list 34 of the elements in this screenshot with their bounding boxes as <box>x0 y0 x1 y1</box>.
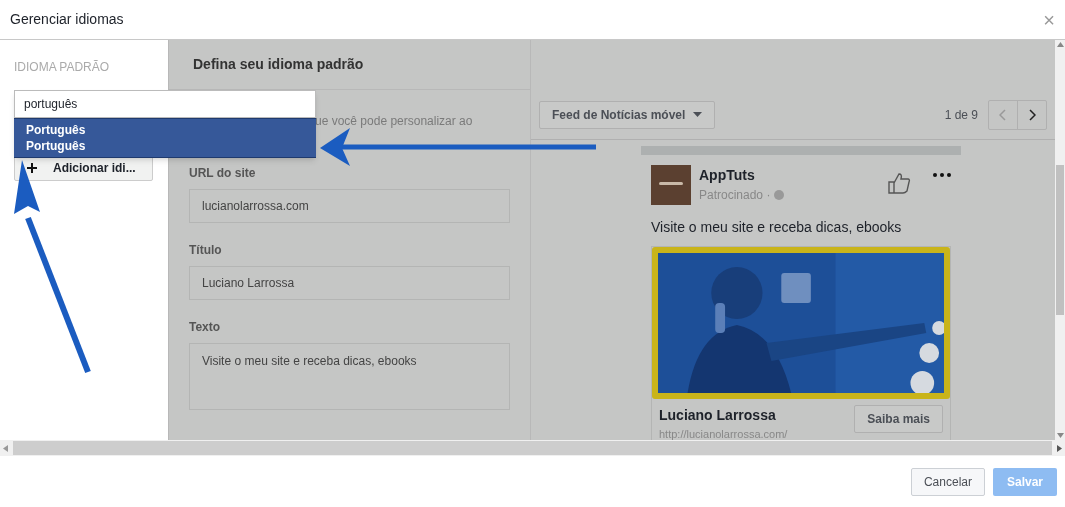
sponsored-label: Patrocinado · <box>699 187 771 204</box>
caret-icon <box>693 112 703 117</box>
input-field[interactable]: lucianolarrossa.com <box>189 189 510 223</box>
scroll-up-icon[interactable] <box>1056 42 1064 47</box>
globe-icon <box>774 190 785 200</box>
form-heading: Defina seu idioma padrão <box>193 55 364 74</box>
chevron-right-icon <box>1028 108 1036 121</box>
field-label: URL do site <box>189 165 257 182</box>
more-icon[interactable] <box>933 173 951 177</box>
ad-headline: Luciano Larrossa <box>659 406 777 425</box>
field-label: Texto <box>189 319 222 336</box>
horizontal-scrollbar[interactable] <box>0 440 1065 456</box>
text-area[interactable]: Visite o meu site e receba dicas, ebooks <box>189 343 510 410</box>
chevron-left-icon <box>999 108 1007 121</box>
section-heading: IDIOMA PADRÃO <box>14 59 111 76</box>
post-text: Visite o meu site e receba dicas, ebooks <box>651 218 903 237</box>
page-counter: 1 de 9 <box>944 106 978 124</box>
placement-dropdown[interactable]: Feed de Notícias móvel <box>539 100 716 129</box>
scroll-right-icon[interactable] <box>1057 444 1062 452</box>
input-field[interactable]: Luciano Larrossa <box>189 266 510 300</box>
scroll-left-icon[interactable] <box>3 444 8 452</box>
vertical-scrollbar[interactable] <box>1055 40 1065 440</box>
field-label: Título <box>189 242 223 259</box>
learn-more-button[interactable]: Saiba mais <box>854 405 943 433</box>
page-name[interactable]: AppTuts <box>699 165 879 186</box>
plus-icon <box>27 162 37 173</box>
page-logo-icon <box>651 165 691 205</box>
cancel-button[interactable]: Cancelar <box>910 467 985 496</box>
thumbs-up-icon[interactable] <box>887 171 911 195</box>
hint-text: ue você pode personalizar ao <box>315 114 473 128</box>
scroll-down-icon[interactable] <box>1056 433 1064 438</box>
suggestion-item[interactable]: Português Português <box>14 118 316 158</box>
search-field[interactable]: português <box>14 90 316 118</box>
dialog-title: Gerenciar idiomas <box>10 10 124 29</box>
